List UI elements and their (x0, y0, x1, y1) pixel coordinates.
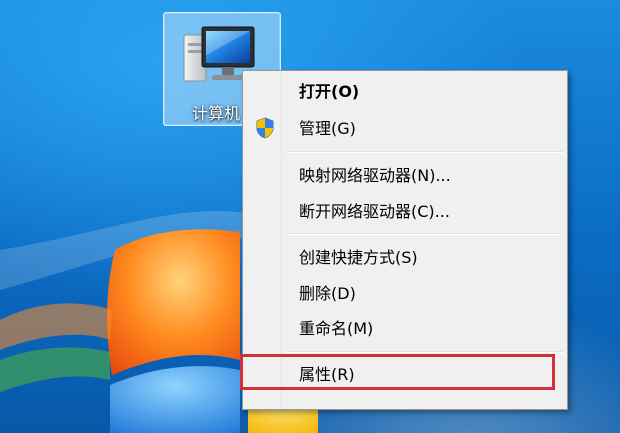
menu-separator (287, 233, 563, 235)
menu-item-manage[interactable]: 管理(G) (245, 112, 565, 142)
menu-item-label: 删除(D) (299, 284, 356, 303)
menu-item-label: 创建快捷方式(S) (299, 248, 418, 267)
properties-highlight-box (240, 354, 555, 390)
menu-item-create-shortcut[interactable]: 创建快捷方式(S) (245, 241, 565, 271)
menu-item-label: 管理(G) (299, 119, 356, 138)
menu-separator (287, 351, 563, 353)
shield-icon (256, 117, 274, 139)
menu-separator (287, 151, 563, 153)
menu-item-label: 重命名(M) (299, 319, 374, 338)
menu-item-rename[interactable]: 重命名(M) (245, 312, 565, 342)
menu-item-label: 映射网络驱动器(N)... (299, 166, 451, 185)
menu-item-delete[interactable]: 删除(D) (245, 277, 565, 307)
menu-item-disconnect-network-drive[interactable]: 断开网络驱动器(C)... (245, 195, 565, 225)
menu-item-open[interactable]: 打开(O) (245, 75, 565, 105)
menu-item-label: 断开网络驱动器(C)... (299, 202, 450, 221)
menu-item-map-network-drive[interactable]: 映射网络驱动器(N)... (245, 159, 565, 189)
menu-item-label: 打开(O) (299, 82, 360, 101)
desktop: 计算机 打开(O) 管理(G) 映射网络驱动器(N)... 断开网络驱动器(C)… (0, 0, 620, 433)
